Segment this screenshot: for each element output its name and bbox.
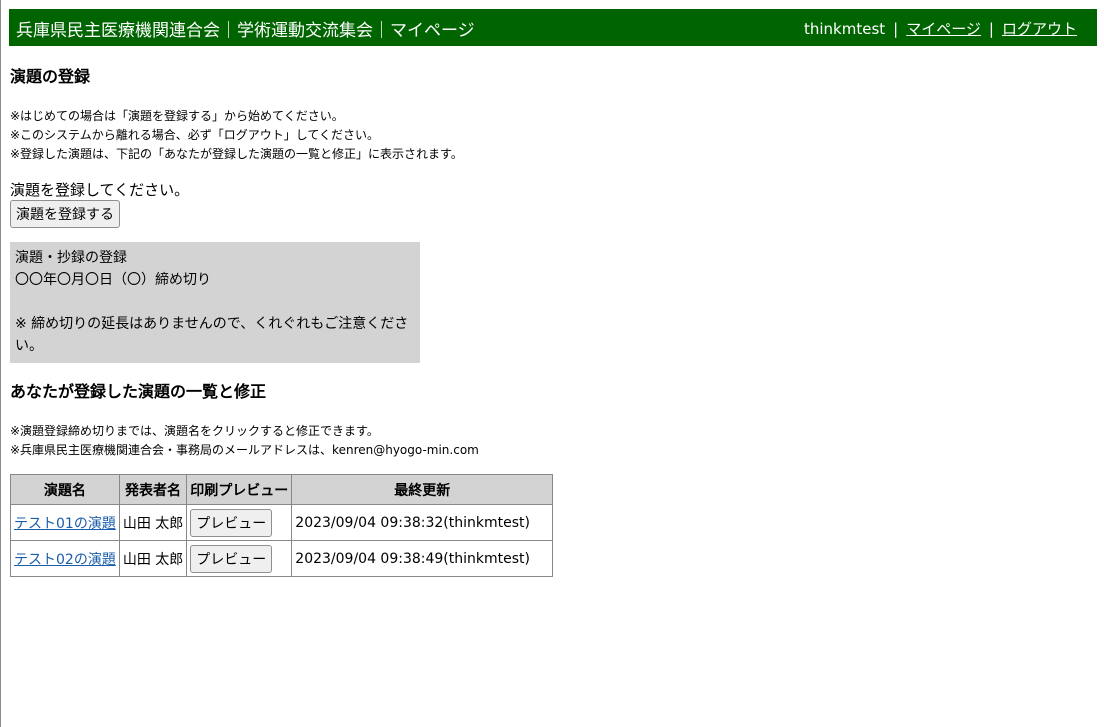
list-note: ※演題登録締め切りまでは、演題名をクリックすると修正できます。 [10, 424, 379, 438]
site-header: 兵庫県民主医療機関連合会｜学術運動交流集会｜マイページ thinkmtest | マ… [9, 9, 1097, 46]
nav-separator: | [988, 20, 994, 38]
deadline-box: 演題・抄録の登録 〇〇年〇月〇日（〇）締め切り ※ 締め切りの延長はありませんの… [10, 242, 420, 363]
deadline-warning: ※ 締め切りの延長はありませんので、くれぐれもご注意ください。 [15, 316, 409, 354]
submissions-table: 演題名 発表者名 印刷プレビュー 最終更新 テスト01の演題 山田 太郎 プレビ… [10, 474, 554, 577]
header-nav: thinkmtest | マイページ | ログアウト [804, 18, 1077, 39]
cell-presenter: 山田 太郎 [118, 504, 188, 541]
logout-link[interactable]: ログアウト [1002, 20, 1077, 38]
register-prompt: 演題を登録してください。 [10, 181, 190, 199]
list-heading: あなたが登録した演題の一覧と修正 [10, 382, 267, 401]
mypage-link[interactable]: マイページ [906, 20, 981, 38]
register-heading: 演題の登録 [10, 67, 91, 86]
table-header-row: 演題名 発表者名 印刷プレビュー 最終更新 [10, 474, 554, 505]
register-notes: ※はじめての場合は「演題を登録する」から始めてください。 ※このシステムから離れ… [10, 107, 1090, 164]
register-button[interactable]: 演題を登録する [10, 200, 120, 228]
list-note: ※兵庫県民主医療機関連合会・事務局のメールアドレスは、kenren@hyogo-… [10, 443, 479, 457]
register-note: ※このシステムから離れる場合、必ず「ログアウト」してください。 [10, 128, 379, 142]
column-header-updated: 最終更新 [291, 474, 554, 505]
cell-updated: 2023/09/04 09:38:49(thinkmtest) [291, 540, 554, 577]
nav-separator: | [893, 20, 899, 38]
deadline-title: 演題・抄録の登録 [15, 250, 127, 266]
cell-updated: 2023/09/04 09:38:32(thinkmtest) [291, 504, 554, 541]
preview-button[interactable]: プレビュー [190, 544, 273, 573]
preview-button[interactable]: プレビュー [190, 508, 273, 537]
register-note: ※はじめての場合は「演題を登録する」から始めてください。 [10, 109, 344, 123]
deadline-date: 〇〇年〇月〇日（〇）締め切り [15, 272, 211, 288]
cell-presenter: 山田 太郎 [118, 540, 188, 577]
username: thinkmtest [803, 20, 886, 38]
cell-preview: プレビュー [186, 540, 293, 577]
column-header-preview: 印刷プレビュー [186, 474, 293, 505]
cell-title: テスト01の演題 [10, 504, 120, 541]
submission-title-link[interactable]: テスト01の演題 [14, 516, 116, 532]
column-header-title: 演題名 [10, 474, 120, 505]
table-row: テスト02の演題 山田 太郎 プレビュー 2023/09/04 09:38:49… [10, 540, 554, 577]
cell-preview: プレビュー [186, 504, 293, 541]
main-content: 演題の登録 ※はじめての場合は「演題を登録する」から始めてください。 ※このシス… [10, 66, 1090, 577]
register-note: ※登録した演題は、下記の「あなたが登録した演題の一覧と修正」に表示されます。 [10, 147, 463, 161]
site-title: 兵庫県民主医療機関連合会｜学術運動交流集会｜マイページ [16, 21, 475, 41]
column-header-presenter: 発表者名 [118, 474, 188, 505]
table-row: テスト01の演題 山田 太郎 プレビュー 2023/09/04 09:38:32… [10, 504, 554, 541]
list-notes: ※演題登録締め切りまでは、演題名をクリックすると修正できます。 ※兵庫県民主医療… [10, 422, 1090, 460]
submission-title-link[interactable]: テスト02の演題 [14, 552, 116, 568]
cell-title: テスト02の演題 [10, 540, 120, 577]
